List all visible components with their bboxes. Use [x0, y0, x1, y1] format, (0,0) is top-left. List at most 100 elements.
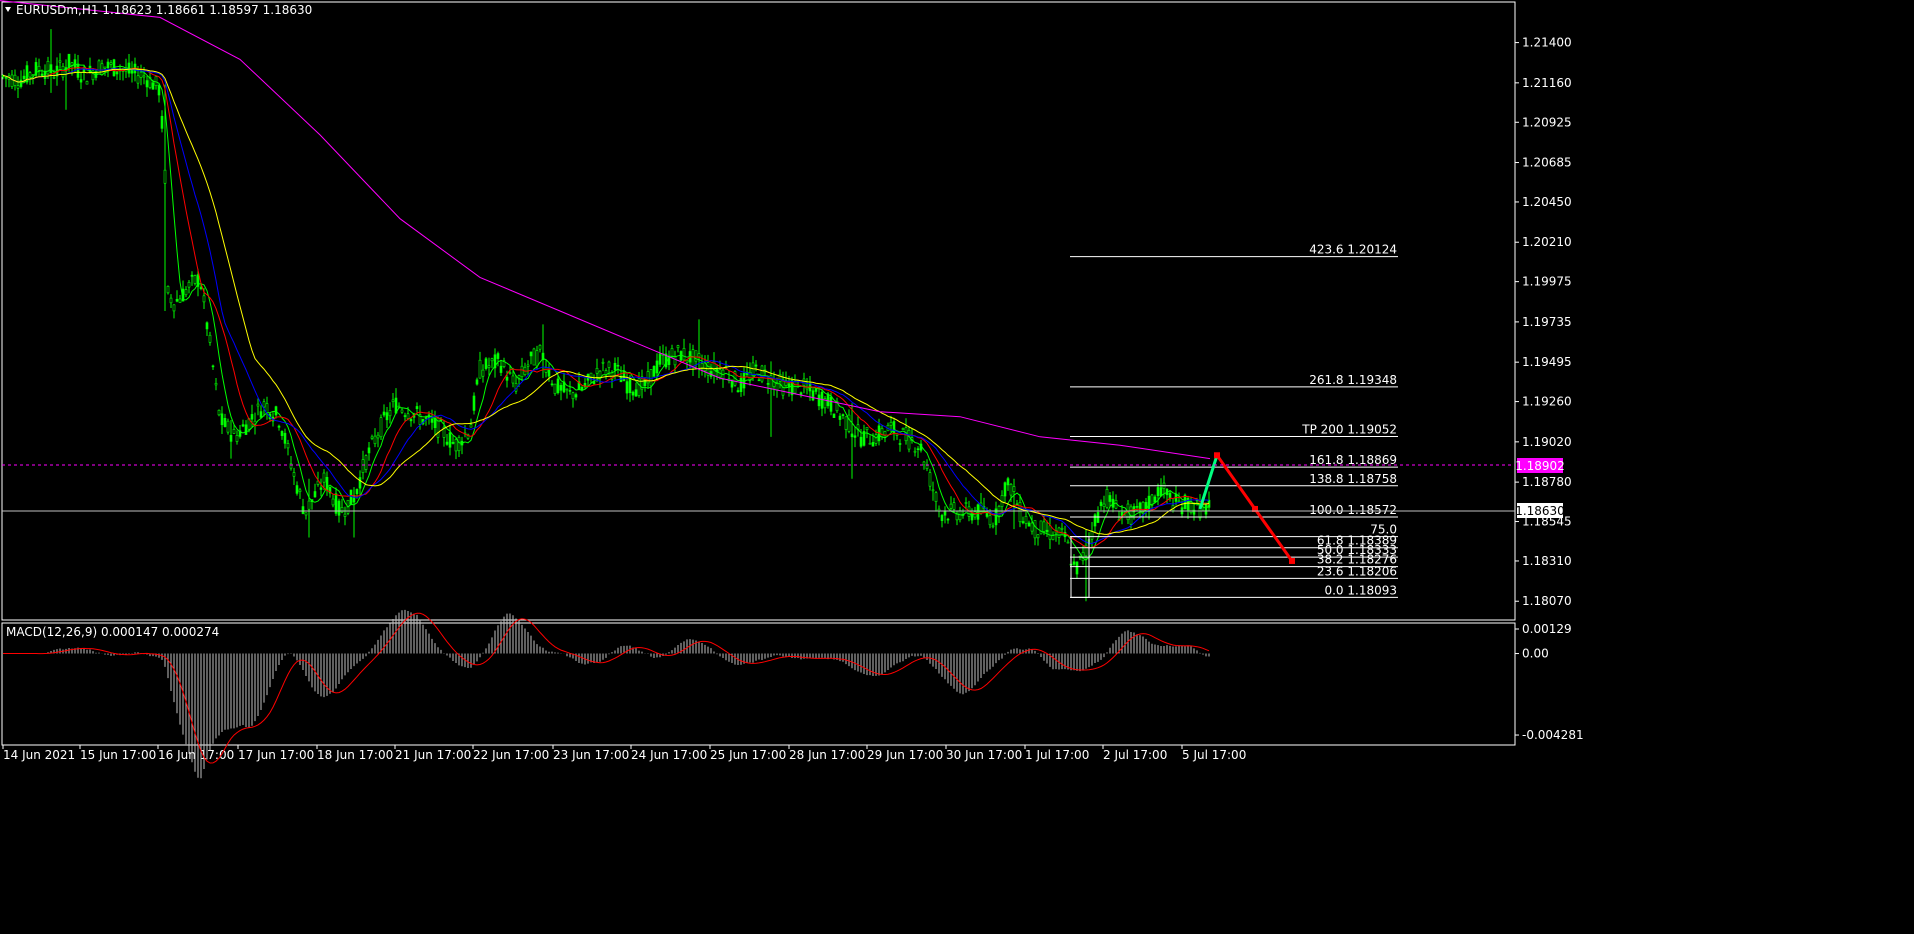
candle-body — [1075, 561, 1079, 575]
fib-level-label: 0.0 1.18093 — [1324, 583, 1397, 597]
candle-body — [385, 412, 389, 421]
symbol-header[interactable]: EURUSDm,H1 1.18623 1.18661 1.18597 1.186… — [5, 3, 312, 17]
candle-body — [892, 421, 896, 434]
macd-label: MACD(12,26,9) 0.000147 0.000274 — [6, 625, 219, 639]
candle-body — [274, 406, 278, 416]
candle-body — [496, 353, 500, 359]
candle-body — [922, 461, 926, 466]
candle-body — [946, 518, 950, 521]
candle-body — [898, 443, 902, 445]
price-tick-label: 1.18780 — [1522, 475, 1572, 489]
candle-body — [550, 383, 554, 386]
forecast-node[interactable] — [1289, 557, 1295, 564]
candle-body — [166, 285, 170, 294]
candle-body — [508, 372, 512, 374]
time-tick-label: 28 Jun 17:00 — [789, 748, 865, 762]
price-grid-ticks: 1.21400 1.21160 1.20925 1.20685 1.20450 1.202… — [1515, 36, 1572, 608]
time-tick-label: 29 Jun 17:00 — [867, 748, 943, 762]
candle-body — [319, 487, 323, 490]
candle-body — [991, 525, 995, 528]
candle-body — [145, 80, 149, 88]
time-tick-label: 16 Jun 17:00 — [158, 748, 234, 762]
candle-body — [649, 369, 653, 387]
candle-body — [334, 493, 338, 514]
candle-body — [580, 387, 584, 391]
forecast-node[interactable] — [1214, 452, 1220, 459]
candle-body — [685, 360, 689, 363]
candle-body — [85, 81, 89, 85]
candle-body — [940, 515, 944, 521]
current-price-label: 1.18630 — [1515, 504, 1565, 518]
candle-body — [655, 360, 659, 374]
candle-body — [490, 358, 494, 362]
candle-body — [277, 425, 281, 428]
trading-chart[interactable]: 1.21400 1.21160 1.20925 1.20685 1.20450 1.202… — [0, 0, 1914, 934]
price-tick-label: 1.19260 — [1522, 395, 1572, 409]
fib-level-label: 423.6 1.20124 — [1309, 243, 1397, 257]
candle-body — [457, 437, 461, 452]
candle-body — [28, 72, 32, 78]
candle-body — [757, 379, 761, 382]
candle-body — [451, 441, 455, 444]
price-tick-label: 1.20685 — [1522, 156, 1572, 170]
candle-body — [760, 365, 764, 382]
candle-body — [634, 389, 638, 397]
candle-body — [832, 413, 836, 418]
candle-body — [595, 368, 599, 374]
candle-body — [907, 430, 911, 450]
candle-body — [1120, 511, 1124, 516]
time-tick-label: 22 Jun 17:00 — [473, 748, 549, 762]
candle-body — [931, 489, 935, 492]
candle-body — [373, 435, 377, 445]
candle-body — [400, 409, 404, 413]
candle-body — [1093, 514, 1097, 527]
candle-body — [859, 436, 863, 447]
candle-body — [331, 498, 335, 506]
candle-body — [901, 428, 905, 430]
candle-body — [478, 359, 482, 379]
candle-body — [370, 436, 374, 439]
candle-body — [1027, 522, 1031, 527]
candle-body — [46, 60, 50, 75]
candle-body — [829, 396, 833, 412]
candle-body — [625, 381, 629, 394]
candle-body — [658, 353, 662, 365]
time-tick-label: 30 Jun 17:00 — [946, 748, 1022, 762]
candle-body — [1108, 495, 1112, 502]
macd-tick-label: 0.00129 — [1522, 622, 1572, 636]
candle-body — [1153, 496, 1157, 503]
candle-body — [607, 361, 611, 368]
price-tick-label: 1.21160 — [1522, 76, 1572, 90]
candle-body — [199, 286, 203, 289]
candle-body — [1006, 478, 1010, 486]
candle-body — [913, 450, 917, 453]
candle-body — [673, 356, 677, 366]
candle-body — [571, 392, 575, 400]
candle-body — [43, 70, 47, 79]
candle-body — [1105, 489, 1109, 508]
candle-body — [289, 463, 293, 469]
candle-body — [160, 115, 164, 129]
candle-body — [169, 297, 173, 304]
time-tick-label: 5 Jul 17:00 — [1182, 748, 1246, 762]
macd-tick-label: -0.004281 — [1522, 728, 1584, 742]
candle-body — [22, 75, 26, 80]
candle-body — [361, 459, 365, 473]
candle-body — [139, 71, 143, 78]
candle-body — [292, 472, 296, 477]
candle-body — [1033, 520, 1037, 539]
fib-level-label: 261.8 1.19348 — [1309, 373, 1397, 387]
candle-body — [37, 65, 41, 71]
candle-body — [814, 388, 818, 392]
candle-body — [406, 413, 410, 419]
candle-body — [553, 383, 557, 394]
candle-body — [520, 365, 524, 377]
candle-body — [187, 281, 191, 288]
time-tick-label: 17 Jun 17:00 — [238, 748, 314, 762]
fib-level-label: TP 200 1.19052 — [1301, 422, 1397, 436]
candle-body — [1135, 506, 1139, 508]
candle-body — [472, 395, 476, 411]
candle-body — [838, 415, 842, 420]
candle-body — [850, 433, 854, 438]
candle-body — [1024, 515, 1028, 524]
